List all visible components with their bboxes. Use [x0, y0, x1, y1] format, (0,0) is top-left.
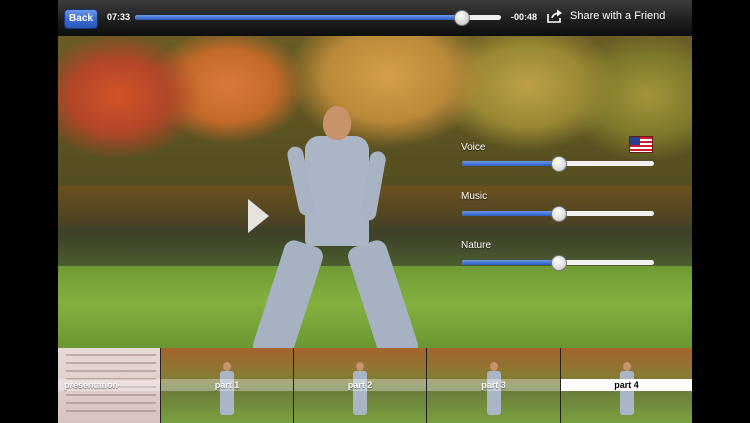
chapter-label: part 3 [427, 379, 560, 391]
chapter-part-4[interactable]: part 4 [561, 348, 692, 423]
us-flag-icon[interactable] [629, 136, 653, 153]
voice-slider-fill [462, 161, 558, 166]
top-toolbar: Back 07:33 -00:48 Share with a Friend [58, 0, 692, 36]
chapter-part-2[interactable]: part 2 [294, 348, 427, 423]
audio-mix-panel: Voice Music Nature [461, 136, 657, 276]
music-slider-fill [462, 211, 558, 216]
chapter-label: presentation [58, 379, 160, 391]
share-button-label[interactable]: Share with a Friend [570, 10, 665, 22]
chapter-label: part 2 [294, 379, 426, 391]
nature-label: Nature [461, 240, 492, 251]
chapter-part-3[interactable]: part 3 [427, 348, 561, 423]
remaining-time: -00:48 [511, 12, 538, 22]
music-slider[interactable] [462, 206, 654, 222]
chapter-presentation[interactable]: presentation [58, 348, 161, 423]
playback-scrubber-knob[interactable] [453, 10, 470, 26]
instructor-figure [250, 106, 421, 348]
chapter-strip: presentation part 1 part 2 part 3 part 4 [58, 348, 692, 423]
back-button[interactable]: Back [64, 9, 98, 29]
chapter-label: part 4 [561, 379, 692, 391]
nature-slider-knob[interactable] [551, 255, 567, 271]
music-label: Music [461, 191, 488, 202]
app-screen: Voice Music Nature Back 07:33 -00:48 Sha… [58, 0, 692, 423]
playback-progress-fill [135, 15, 461, 20]
chapter-part-1[interactable]: part 1 [161, 348, 294, 423]
play-icon[interactable] [248, 199, 269, 233]
music-slider-knob[interactable] [551, 206, 567, 222]
playback-scrubber[interactable] [135, 10, 501, 26]
video-frame[interactable]: Voice Music Nature [58, 36, 692, 348]
nature-slider[interactable] [462, 255, 654, 271]
voice-slider-knob[interactable] [551, 156, 567, 172]
nature-slider-fill [462, 260, 558, 265]
elapsed-time: 07:33 [107, 12, 131, 22]
share-icon[interactable] [546, 8, 564, 24]
voice-slider[interactable] [462, 156, 654, 172]
voice-label: Voice [461, 142, 486, 153]
chapter-label: part 1 [161, 379, 293, 391]
